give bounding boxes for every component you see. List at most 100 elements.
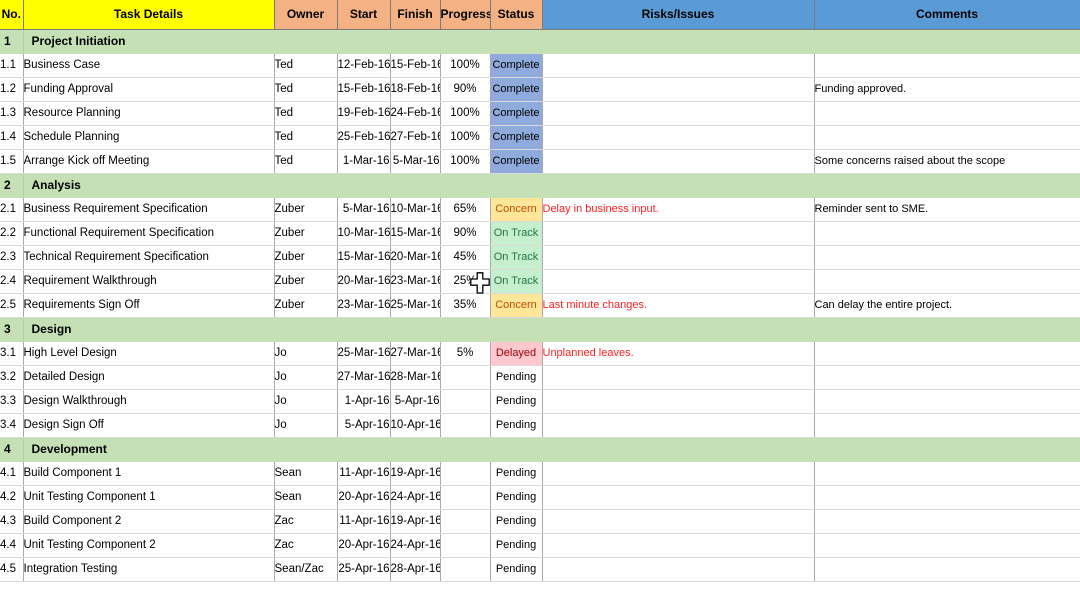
cell-comments[interactable] bbox=[814, 365, 1080, 390]
cell-start[interactable]: 11-Apr-16 bbox=[337, 509, 391, 534]
cell-task[interactable]: Design Sign Off bbox=[23, 413, 275, 438]
cell-owner[interactable]: Sean bbox=[274, 461, 338, 486]
cell-status[interactable]: Complete bbox=[490, 53, 543, 78]
section-row[interactable]: 4 Development bbox=[0, 437, 1080, 462]
cell-no[interactable]: 1.4 bbox=[0, 125, 24, 150]
cell-comments[interactable] bbox=[814, 245, 1080, 270]
cell-start[interactable]: 27-Mar-16 bbox=[337, 365, 391, 390]
cell-comments[interactable] bbox=[814, 221, 1080, 246]
table-row[interactable]: 4.2 Unit Testing Component 1 Sean 20-Apr-16… bbox=[0, 485, 1080, 510]
cell-status[interactable]: Pending bbox=[490, 461, 543, 486]
cell-progress[interactable] bbox=[440, 365, 491, 390]
cell-risks[interactable] bbox=[542, 221, 815, 246]
cell-progress[interactable] bbox=[440, 533, 491, 558]
cell-owner[interactable]: Ted bbox=[274, 149, 338, 174]
cell-risks[interactable] bbox=[542, 533, 815, 558]
cell-owner[interactable]: Zuber bbox=[274, 221, 338, 246]
cell-no[interactable]: 3.1 bbox=[0, 341, 24, 366]
cell-progress[interactable] bbox=[440, 485, 491, 510]
cell-progress[interactable]: 25% bbox=[440, 269, 491, 294]
cell-risks[interactable] bbox=[542, 509, 815, 534]
cell-status[interactable]: Pending bbox=[490, 509, 543, 534]
cell-status[interactable]: Pending bbox=[490, 413, 543, 438]
cell-owner[interactable]: Zac bbox=[274, 509, 338, 534]
cell-status[interactable]: Concern bbox=[490, 197, 543, 222]
cell-risks[interactable] bbox=[542, 461, 815, 486]
table-row[interactable]: 4.3 Build Component 2 Zac 11-Apr-16 19-Apr-1… bbox=[0, 509, 1080, 534]
cell-comments[interactable] bbox=[814, 53, 1080, 78]
cell-task[interactable]: High Level Design bbox=[23, 341, 275, 366]
cell-start[interactable]: 19-Feb-16 bbox=[337, 101, 391, 126]
cell-start[interactable]: 12-Feb-16 bbox=[337, 53, 391, 78]
cell-status[interactable]: Delayed bbox=[490, 341, 543, 366]
section-row[interactable]: 1 Project Initiation bbox=[0, 29, 1080, 54]
cell-comments[interactable] bbox=[814, 269, 1080, 294]
column-header-comments[interactable]: Comments bbox=[814, 0, 1080, 30]
cell-progress[interactable]: 100% bbox=[440, 101, 491, 126]
cell-progress[interactable]: 100% bbox=[440, 53, 491, 78]
cell-start[interactable]: 20-Mar-16 bbox=[337, 269, 391, 294]
cell-start[interactable]: 5-Apr-16 bbox=[337, 413, 391, 438]
cell-comments[interactable]: Can delay the entire project. bbox=[814, 293, 1080, 318]
cell-owner[interactable]: Ted bbox=[274, 53, 338, 78]
cell-status[interactable]: Complete bbox=[490, 149, 543, 174]
cell-comments[interactable] bbox=[814, 461, 1080, 486]
cell-status[interactable]: Concern bbox=[490, 293, 543, 318]
column-header-start[interactable]: Start bbox=[337, 0, 391, 30]
cell-risks[interactable]: Last minute changes. bbox=[542, 293, 815, 318]
cell-status[interactable]: Complete bbox=[490, 77, 543, 102]
cell-no[interactable]: 3.2 bbox=[0, 365, 24, 390]
cell-progress[interactable]: 35% bbox=[440, 293, 491, 318]
column-header-task[interactable]: Task Details bbox=[23, 0, 275, 30]
cell-comments[interactable] bbox=[814, 485, 1080, 510]
cell-status[interactable]: Pending bbox=[490, 389, 543, 414]
cell-no[interactable]: 2.3 bbox=[0, 245, 24, 270]
cell-status[interactable]: On Track bbox=[490, 221, 543, 246]
table-row[interactable]: 2.4 Requirement Walkthrough Zuber 20-Mar-16… bbox=[0, 269, 1080, 294]
cell-risks[interactable] bbox=[542, 53, 815, 78]
cell-comments[interactable] bbox=[814, 557, 1080, 582]
cell-start[interactable]: 23-Mar-16 bbox=[337, 293, 391, 318]
cell-no[interactable]: 1.3 bbox=[0, 101, 24, 126]
cell-comments[interactable] bbox=[814, 125, 1080, 150]
cell-no[interactable]: 1.5 bbox=[0, 149, 24, 174]
cell-risks[interactable] bbox=[542, 125, 815, 150]
table-row[interactable]: 1.2 Funding Approval Ted 15-Feb-16 18-Feb-16… bbox=[0, 77, 1080, 102]
cell-owner[interactable]: Jo bbox=[274, 389, 338, 414]
table-row[interactable]: 3.1 High Level Design Jo 25-Mar-16 27-Mar-16… bbox=[0, 341, 1080, 366]
cell-task[interactable]: Resource Planning bbox=[23, 101, 275, 126]
table-row[interactable]: 2.2 Functional Requirement Specification Z… bbox=[0, 221, 1080, 246]
cell-owner[interactable]: Zuber bbox=[274, 245, 338, 270]
table-row[interactable]: 3.2 Detailed Design Jo 27-Mar-16 28-Mar-16 Pe… bbox=[0, 365, 1080, 390]
cell-risks[interactable] bbox=[542, 389, 815, 414]
cell-owner[interactable]: Jo bbox=[274, 341, 338, 366]
section-row[interactable]: 2 Analysis bbox=[0, 173, 1080, 198]
cell-comments[interactable] bbox=[814, 341, 1080, 366]
cell-finish[interactable]: 24-Apr-16 bbox=[390, 533, 441, 558]
cell-owner[interactable]: Sean bbox=[274, 485, 338, 510]
cell-owner[interactable]: Zuber bbox=[274, 269, 338, 294]
cell-status[interactable]: Pending bbox=[490, 557, 543, 582]
cell-progress[interactable]: 100% bbox=[440, 149, 491, 174]
cell-comments[interactable] bbox=[814, 413, 1080, 438]
table-row[interactable]: 2.5 Requirements Sign Off Zuber 23-Mar-16 25… bbox=[0, 293, 1080, 318]
cell-finish[interactable]: 23-Mar-16 bbox=[390, 269, 441, 294]
cell-finish[interactable]: 15-Mar-16 bbox=[390, 221, 441, 246]
cell-risks[interactable]: Delay in business input. bbox=[542, 197, 815, 222]
cell-task[interactable]: Schedule Planning bbox=[23, 125, 275, 150]
cell-start[interactable]: 1-Mar-16 bbox=[337, 149, 391, 174]
cell-status[interactable]: On Track bbox=[490, 269, 543, 294]
cell-task[interactable]: Integration Testing bbox=[23, 557, 275, 582]
cell-task[interactable]: Business Requirement Specification bbox=[23, 197, 275, 222]
cell-finish[interactable]: 24-Apr-16 bbox=[390, 485, 441, 510]
cell-no[interactable]: 4.3 bbox=[0, 509, 24, 534]
cell-start[interactable]: 15-Feb-16 bbox=[337, 77, 391, 102]
cell-progress[interactable]: 45% bbox=[440, 245, 491, 270]
cell-progress[interactable]: 100% bbox=[440, 125, 491, 150]
cell-owner[interactable]: Sean/Zac bbox=[274, 557, 338, 582]
cell-risks[interactable] bbox=[542, 245, 815, 270]
cell-owner[interactable]: Zuber bbox=[274, 293, 338, 318]
cell-task[interactable]: Arrange Kick off Meeting bbox=[23, 149, 275, 174]
cell-start[interactable]: 20-Apr-16 bbox=[337, 485, 391, 510]
cell-no[interactable]: 2.5 bbox=[0, 293, 24, 318]
